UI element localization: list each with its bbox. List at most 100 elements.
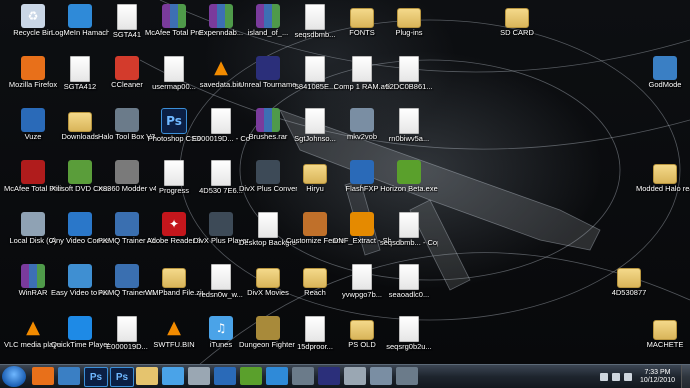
file-icon xyxy=(399,212,419,238)
recycle-bin-icon: ♻ xyxy=(21,4,45,28)
desktop-icon-label: Horizon Beta.exe xyxy=(380,185,438,193)
desktop-icon-label: MACHETE xyxy=(646,341,684,349)
desktop-icon[interactable]: 52DC0B861... xyxy=(380,56,438,100)
desktop-icon-label: seqsdbmb... - Copy xyxy=(380,239,438,247)
file-icon xyxy=(399,264,419,290)
desktop-icon-label: 52DC0B861... xyxy=(385,83,433,91)
desktop-icon[interactable]: SD CARD xyxy=(488,4,546,48)
taskbar-app-icon[interactable] xyxy=(188,367,210,385)
folder-icon xyxy=(653,320,677,340)
taskbar-media-player-icon[interactable] xyxy=(58,367,80,385)
vlc-icon: ▲ xyxy=(167,316,181,338)
clock[interactable]: 7:33 PM 10/12/2010 xyxy=(640,369,675,385)
desktop-icon-label: Plug-ins xyxy=(395,29,423,37)
system-tray: 7:33 PM 10/12/2010 xyxy=(598,365,690,388)
taskbar-network-icon[interactable] xyxy=(344,367,366,385)
taskbar-messenger-icon[interactable] xyxy=(266,367,288,385)
winrar-icon xyxy=(256,108,280,132)
clock-time: 7:33 PM xyxy=(644,368,671,376)
mcafee-icon xyxy=(21,160,45,184)
hamachi-icon xyxy=(68,4,92,28)
taskbar-photoshop-icon[interactable]: Ps xyxy=(84,367,108,387)
desktop-icon[interactable]: GodMode xyxy=(636,56,690,100)
audio-converter-icon xyxy=(68,264,92,288)
taskbar-wmp-icon[interactable] xyxy=(214,367,236,385)
video-converter-icon xyxy=(68,212,92,236)
unreal-icon xyxy=(256,56,280,80)
divx-player-icon xyxy=(209,212,233,236)
file-icon xyxy=(211,108,231,134)
dvd-icon xyxy=(68,160,92,184)
file-icon xyxy=(305,4,325,30)
folder-icon xyxy=(256,268,280,288)
taskbar-unreal-icon[interactable] xyxy=(318,367,340,385)
flashfxp-icon xyxy=(350,160,374,184)
desktop-icon[interactable]: seqsrg0b2u... xyxy=(380,316,438,360)
taskbar-halo-icon[interactable] xyxy=(396,367,418,385)
desktop-icon[interactable]: seaoadlc0... xyxy=(380,264,438,308)
taskbar-explorer-icon[interactable] xyxy=(136,367,158,385)
file-icon xyxy=(117,4,137,30)
quicktime-icon xyxy=(68,316,92,340)
folder-icon xyxy=(350,8,374,28)
desktop-icon-label: seqsrg0b2u... xyxy=(386,343,432,351)
desktop-icon[interactable]: 4D530877 xyxy=(600,264,658,308)
modder-icon xyxy=(115,160,139,184)
file-icon xyxy=(399,108,419,134)
vuze-icon xyxy=(21,108,45,132)
vlc-icon: ▲ xyxy=(214,56,228,78)
taskbar-app-icon[interactable] xyxy=(292,367,314,385)
firefox-icon xyxy=(21,56,45,80)
game-icon xyxy=(256,316,280,340)
desktop-icon[interactable]: seqsdbmb... - Copy xyxy=(380,212,438,256)
fences-icon xyxy=(303,212,327,236)
folder-icon xyxy=(505,8,529,28)
control-panel-icon xyxy=(653,56,677,80)
file-icon xyxy=(305,316,325,342)
taskbar-app-icon[interactable] xyxy=(370,367,392,385)
mkv2vob-icon xyxy=(350,108,374,132)
desktop-icon-label: Modded Halo rea... xyxy=(636,185,690,193)
taskbar-photoshop-icon[interactable]: Ps xyxy=(110,367,134,387)
file-icon xyxy=(117,316,137,342)
folder-icon xyxy=(68,112,92,132)
photoshop-icon: Ps xyxy=(161,108,187,134)
desktop-icon-label: seaoadlc0... xyxy=(388,291,430,299)
winrar-icon xyxy=(256,4,280,28)
ccleaner-icon xyxy=(115,56,139,80)
winrar-icon xyxy=(21,264,45,288)
flag-icon[interactable] xyxy=(623,372,632,381)
desktop-icon-label: GodMode xyxy=(648,81,682,89)
trainer-icon xyxy=(115,264,139,288)
file-icon xyxy=(352,264,372,290)
vlc-icon: ▲ xyxy=(26,316,40,338)
taskbar-media-icon[interactable] xyxy=(162,367,184,385)
taskbar-xbox-icon[interactable] xyxy=(240,367,262,385)
desktop-icon[interactable]: Modded Halo rea... xyxy=(636,160,690,204)
winrar-icon xyxy=(162,4,186,28)
desktop-icon[interactable]: MACHETE xyxy=(636,316,690,360)
taskbar: Ps Ps 7:33 PM 10/12/2010 xyxy=(0,364,690,388)
taskbar-firefox-icon[interactable] xyxy=(32,367,54,385)
start-button[interactable] xyxy=(2,366,26,387)
desktop-icon[interactable]: Horizon Beta.exe xyxy=(380,160,438,204)
desktop: ♻ Recycle Bin Mozilla Firefox Vuze McAfee To… xyxy=(0,0,690,364)
halo-icon xyxy=(115,108,139,132)
network-icon[interactable] xyxy=(611,372,620,381)
folder-icon xyxy=(653,164,677,184)
zip-icon xyxy=(162,268,186,288)
horizon-icon xyxy=(397,160,421,184)
drive-icon xyxy=(21,212,45,236)
speaker-icon[interactable] xyxy=(599,372,608,381)
file-icon xyxy=(399,316,419,342)
desktop-icon[interactable]: Plug-ins xyxy=(380,4,438,48)
divx-converter-icon xyxy=(256,160,280,184)
folder-icon xyxy=(617,268,641,288)
desktop-icon[interactable]: rn0biwv5a... xyxy=(380,108,438,152)
show-desktop-button[interactable] xyxy=(681,365,690,388)
file-icon xyxy=(211,264,231,290)
desktop-icon-label: SD CARD xyxy=(500,29,534,37)
trainer-icon xyxy=(115,212,139,236)
dnf-icon xyxy=(350,212,374,236)
file-icon xyxy=(399,56,419,82)
